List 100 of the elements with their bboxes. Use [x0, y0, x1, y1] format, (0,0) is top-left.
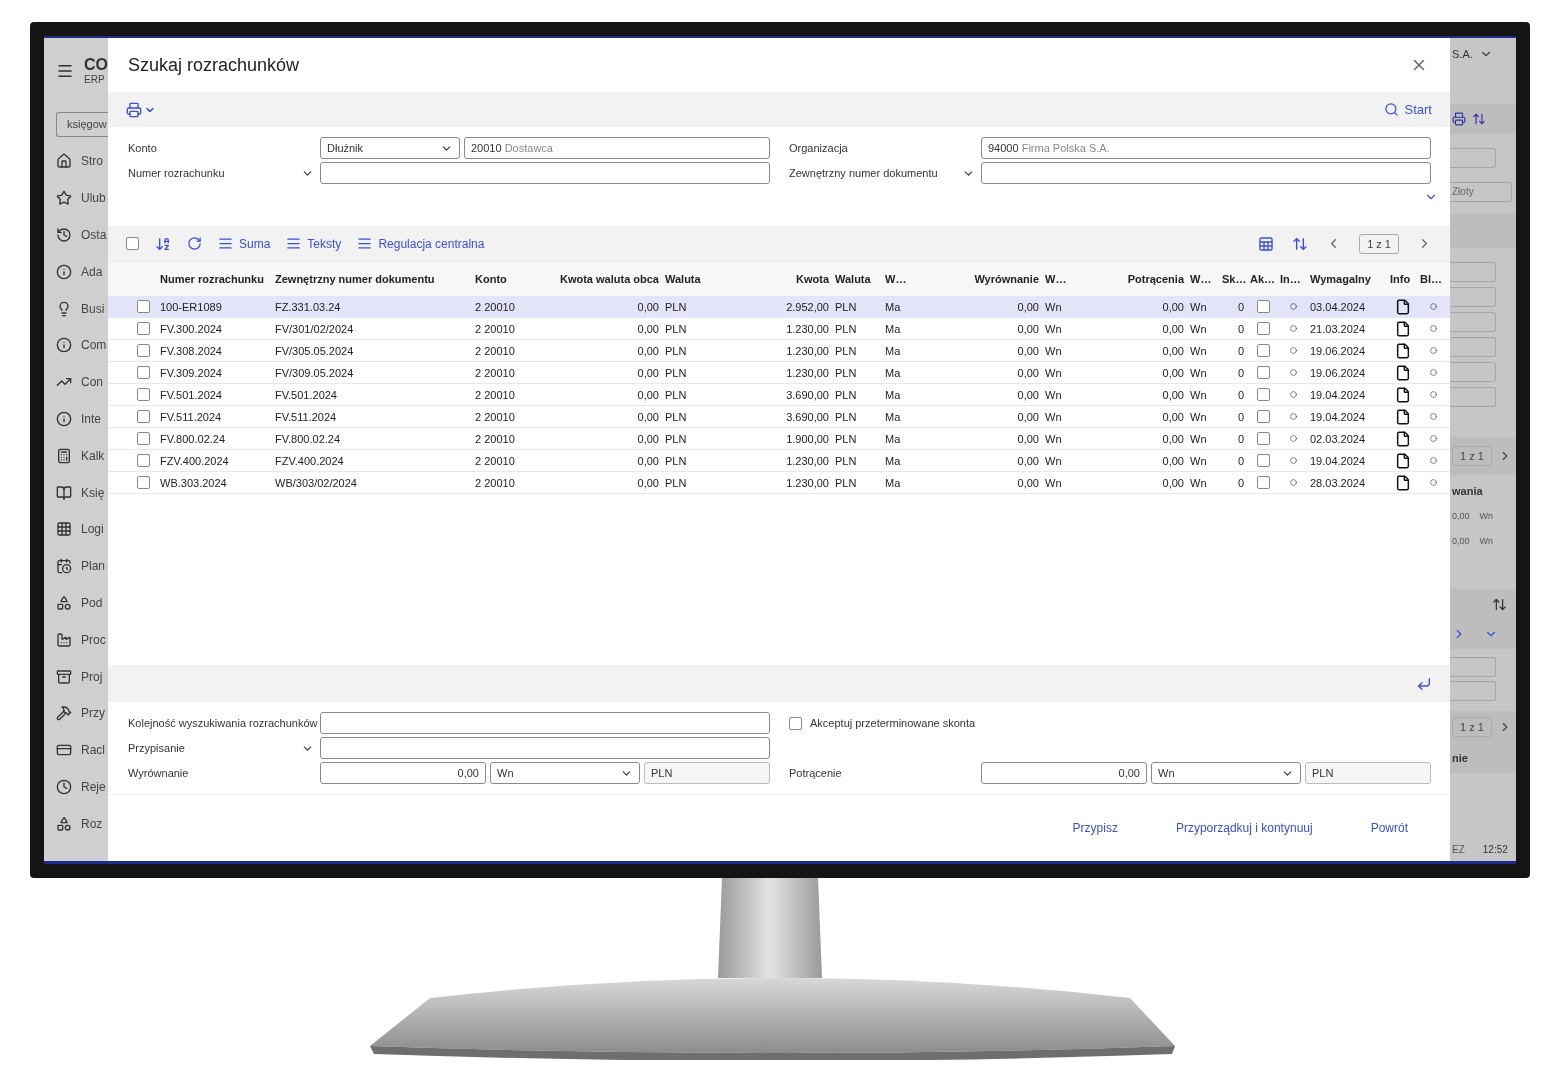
- account-field[interactable]: 20010 Dostawca: [464, 137, 770, 159]
- table-row[interactable]: FV.308.2024 FV/305.05.2024 2 20010 0,00 PLN 1.230,00 PLN Ma 0,00 Wn 0,00 Wn 0 19.06.2024: [108, 340, 1450, 362]
- column-header[interactable]: Waluta: [663, 273, 708, 285]
- table-row[interactable]: 100-ER1089 FZ.331.03.24 2 20010 0,00 PLN 2.952,00 PLN Ma 0,00 Wn 0,00 Wn 0 03.04.2024: [108, 296, 1450, 318]
- column-header[interactable]: Kwota: [708, 273, 833, 285]
- sidebar-item[interactable]: Com: [81, 338, 107, 353]
- input-field[interactable]: [1450, 362, 1496, 382]
- column-header[interactable]: Konto: [473, 273, 533, 285]
- checkbox[interactable]: [136, 476, 150, 489]
- input-field[interactable]: [1450, 681, 1496, 701]
- column-header[interactable]: W…: [883, 273, 923, 285]
- input-field[interactable]: [981, 162, 1431, 184]
- document-icon[interactable]: [1395, 298, 1411, 315]
- print-menu-button[interactable]: [126, 101, 156, 118]
- action-button[interactable]: Przyporządkuj i kontynuuj: [1175, 821, 1313, 835]
- input-field[interactable]: [1450, 312, 1496, 332]
- checkbox[interactable]: [136, 410, 150, 423]
- sidebar-item[interactable]: Osta: [81, 228, 107, 242]
- column-header[interactable]: Potrącenia: [1083, 273, 1188, 285]
- document-icon[interactable]: [1395, 452, 1411, 469]
- spreadsheet-icon[interactable]: [1258, 235, 1275, 252]
- input-field[interactable]: [1450, 387, 1496, 407]
- amount-field[interactable]: 0,00: [320, 762, 486, 784]
- row-height-icon[interactable]: [1292, 235, 1309, 252]
- column-header[interactable]: Sk…: [1218, 273, 1248, 285]
- sidebar-item[interactable]: Busi: [81, 301, 105, 316]
- amount-field[interactable]: 0,00: [981, 762, 1147, 784]
- sidebar-item[interactable]: Roz: [81, 816, 103, 831]
- toolbar-button[interactable]: Regulacja centralna: [357, 236, 485, 251]
- column-header[interactable]: In…: [1278, 273, 1308, 285]
- pager-field[interactable]: 1 z 1: [1452, 717, 1492, 737]
- input-field[interactable]: [1450, 657, 1496, 677]
- pager-field[interactable]: 1 z 1: [1452, 446, 1492, 466]
- print-icon[interactable]: [1452, 112, 1466, 126]
- checkbox[interactable]: [126, 237, 139, 250]
- checkbox[interactable]: [1256, 410, 1270, 423]
- checkbox[interactable]: [136, 344, 150, 357]
- table-row[interactable]: FV.501.2024 FV.501.2024 2 20010 0,00 PLN 3.690,00 PLN Ma 0,00 Wn 0,00 Wn 0 19.04.2024: [108, 384, 1450, 406]
- sidebar-item[interactable]: Reje: [81, 779, 106, 794]
- start-button[interactable]: Start: [1383, 102, 1432, 117]
- input-field[interactable]: [320, 737, 770, 759]
- refresh-icon[interactable]: [187, 236, 202, 251]
- checkbox[interactable]: [1256, 388, 1270, 401]
- sidebar-item[interactable]: Przy: [81, 706, 105, 721]
- account-type-select[interactable]: Dłużnik: [320, 137, 460, 159]
- table-row[interactable]: FV.800.02.24 FV.800.02.24 2 20010 0,00 PLN 1.900,00 PLN Ma 0,00 Wn 0,00 Wn 0 02.03.2024: [108, 428, 1450, 450]
- document-icon[interactable]: [1395, 474, 1411, 491]
- input-field[interactable]: [1450, 337, 1496, 357]
- sidebar-item[interactable]: Księ: [81, 485, 105, 500]
- document-icon[interactable]: [1395, 430, 1411, 447]
- sidebar-item[interactable]: Con: [81, 375, 103, 390]
- sidebar-item[interactable]: Ada: [81, 264, 103, 279]
- sidebar-item[interactable]: Inte: [81, 411, 101, 426]
- checkbox[interactable]: [1256, 300, 1270, 313]
- table-row[interactable]: WB.303.2024 WB/303/02/2024 2 20010 0,00 PLN 1.230,00 PLN Ma 0,00 Wn 0,00 Wn 0 28.03.2024: [108, 472, 1450, 494]
- sort-icon[interactable]: [155, 235, 171, 252]
- checkbox[interactable]: [1256, 322, 1270, 335]
- sidebar-item[interactable]: Pod: [81, 595, 103, 610]
- checkbox[interactable]: [789, 716, 802, 730]
- return-icon[interactable]: [1416, 675, 1432, 692]
- sidebar-item[interactable]: Proc: [81, 632, 106, 647]
- sidebar-item[interactable]: Kalk: [81, 448, 105, 463]
- sidebar-item[interactable]: Logi: [81, 522, 104, 537]
- column-header[interactable]: Info: [1388, 273, 1418, 285]
- menu-icon[interactable]: [56, 62, 74, 80]
- sidebar-item[interactable]: Stro: [81, 154, 103, 169]
- document-icon[interactable]: [1395, 386, 1411, 403]
- column-header[interactable]: Numer rozrachunku: [158, 273, 273, 285]
- document-icon[interactable]: [1395, 364, 1411, 381]
- toolbar-button[interactable]: Teksty: [286, 236, 342, 251]
- checkbox[interactable]: [136, 300, 150, 313]
- checkbox[interactable]: [136, 366, 150, 379]
- column-header[interactable]: W…: [1188, 273, 1218, 285]
- column-header[interactable]: W…: [1043, 273, 1083, 285]
- column-header[interactable]: Zewnętrzny numer dokumentu: [273, 273, 473, 285]
- input-field[interactable]: [1450, 148, 1496, 168]
- action-button[interactable]: Powrót: [1370, 821, 1408, 835]
- toolbar-button[interactable]: Suma: [218, 236, 271, 251]
- checkbox[interactable]: [1256, 454, 1270, 467]
- column-header[interactable]: Kwota waluta obca: [533, 273, 663, 285]
- column-header[interactable]: Waluta: [833, 273, 883, 285]
- organization-field[interactable]: 94000 Firma Polska S.A.: [981, 137, 1431, 159]
- sidebar-item[interactable]: Proj: [81, 669, 103, 684]
- input-field[interactable]: [1450, 262, 1496, 282]
- checkbox[interactable]: [1256, 344, 1270, 357]
- side-select[interactable]: Wn: [490, 762, 640, 784]
- input-field[interactable]: [1450, 287, 1496, 307]
- side-select[interactable]: Wn: [1151, 762, 1301, 784]
- column-header[interactable]: Wyrównanie: [923, 273, 1043, 285]
- table-row[interactable]: FV.309.2024 FV/309.05.2024 2 20010 0,00 PLN 1.230,00 PLN Ma 0,00 Wn 0,00 Wn 0 19.06.2024: [108, 362, 1450, 384]
- action-button[interactable]: Przypisz: [1072, 821, 1118, 835]
- document-icon[interactable]: [1395, 408, 1411, 425]
- input-field[interactable]: [320, 712, 770, 734]
- input-field[interactable]: [320, 162, 770, 184]
- column-header[interactable]: Wymagalny: [1308, 273, 1388, 285]
- sidebar-item[interactable]: Plan: [81, 559, 106, 574]
- table-row[interactable]: FV.511.2024 FV.511.2024 2 20010 0,00 PLN 3.690,00 PLN Ma 0,00 Wn 0,00 Wn 0 19.04.2024: [108, 406, 1450, 428]
- checkbox[interactable]: [136, 454, 150, 467]
- table-row[interactable]: FV.300.2024 FV/301/02/2024 2 20010 0,00 PLN 1.230,00 PLN Ma 0,00 Wn 0,00 Wn 0 21.03.2024: [108, 318, 1450, 340]
- checkbox[interactable]: [1256, 476, 1270, 489]
